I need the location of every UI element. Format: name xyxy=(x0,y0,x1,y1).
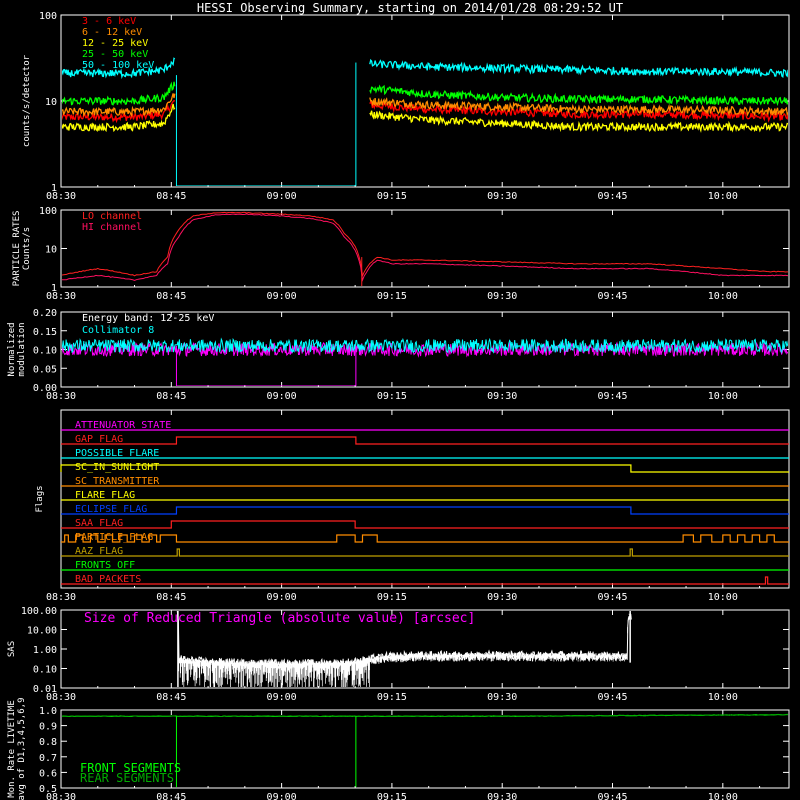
x-tick-label: 09:00 xyxy=(267,391,297,402)
flag-label: BAD_PACKETS xyxy=(75,574,141,585)
y-tick-label: 100.00 xyxy=(21,606,57,617)
x-tick-label: 08:45 xyxy=(156,792,186,800)
y-axis-label: Normalized xyxy=(7,322,17,376)
legend-entry: 3 - 6 keV xyxy=(82,16,136,27)
x-tick-label: 10:00 xyxy=(708,191,738,202)
flag-label: FLARE_FLAG xyxy=(75,490,135,501)
x-tick-label: 09:00 xyxy=(267,592,297,603)
x-tick-label: 08:45 xyxy=(156,291,186,302)
legend-entry: LO channel xyxy=(82,211,142,222)
y-axis-label: modulation xyxy=(17,322,27,376)
x-tick-label: 09:30 xyxy=(487,291,517,302)
legend-entry: 6 - 12 keV xyxy=(82,27,142,38)
flag-label: GAP_FLAG xyxy=(75,434,123,445)
x-tick-label: 09:30 xyxy=(487,792,517,800)
y-axis-label: PARTICLE RATES xyxy=(12,211,22,287)
flag-label: AAZ_FLAG xyxy=(75,546,123,557)
x-tick-label: 10:00 xyxy=(708,792,738,800)
y-tick-label: 1.00 xyxy=(33,645,57,656)
y-tick-label: 100 xyxy=(39,206,57,217)
legend-entry: Collimator 8 xyxy=(82,325,154,336)
x-tick-label: 09:45 xyxy=(597,191,627,202)
y-tick-label: 0.6 xyxy=(39,768,57,779)
x-tick-label: 09:45 xyxy=(597,291,627,302)
legend-entry: 50 - 100 keV xyxy=(82,60,154,71)
flag-label: ATTENUATOR_STATE xyxy=(75,420,171,431)
legend-entry: Energy band: 12-25 keV xyxy=(82,313,214,324)
x-tick-label: 09:30 xyxy=(487,191,517,202)
y-axis-label: avg of D1,3,4,5,6,9 xyxy=(17,698,27,800)
legend-entry: 12 - 25 keV xyxy=(82,38,148,49)
x-tick-label: 08:45 xyxy=(156,191,186,202)
y-tick-label: 0.7 xyxy=(39,753,57,764)
x-tick-label: 09:30 xyxy=(487,391,517,402)
x-tick-label: 08:45 xyxy=(156,692,186,703)
x-tick-label: 09:45 xyxy=(597,391,627,402)
y-tick-label: 0.20 xyxy=(33,308,57,319)
y-tick-label: 100 xyxy=(39,11,57,22)
y-tick-label: 10 xyxy=(45,97,57,108)
y-tick-label: 10.00 xyxy=(27,626,57,637)
x-tick-label: 08:45 xyxy=(156,391,186,402)
y-tick-label: 0.00 xyxy=(33,383,57,394)
x-tick-label: 09:45 xyxy=(597,692,627,703)
y-tick-label: 0.9 xyxy=(39,722,57,733)
legend-entry: HI channel xyxy=(82,222,142,233)
y-tick-label: 0.10 xyxy=(33,346,57,357)
y-tick-label: 1 xyxy=(51,183,57,194)
x-tick-label: 08:30 xyxy=(46,592,76,603)
flag-label: SC_TRANSMITTER xyxy=(75,476,160,487)
y-tick-label: 10 xyxy=(45,245,57,256)
x-tick-label: 10:00 xyxy=(708,592,738,603)
x-tick-label: 09:15 xyxy=(377,792,407,800)
chart-title: HESSI Observing Summary, starting on 201… xyxy=(197,1,623,15)
y-axis-label: Counts/s xyxy=(22,227,32,270)
y-tick-label: 0.10 xyxy=(33,665,57,676)
x-tick-label: 09:00 xyxy=(267,291,297,302)
x-tick-label: 09:00 xyxy=(267,792,297,800)
x-tick-label: 10:00 xyxy=(708,391,738,402)
x-tick-label: 09:15 xyxy=(377,291,407,302)
legend-entry: REAR SEGMENTS xyxy=(80,771,174,785)
x-tick-label: 09:30 xyxy=(487,592,517,603)
sas-label: Size of Reduced Triangle (absolute value… xyxy=(84,611,475,626)
y-axis-label: SAS xyxy=(7,641,17,657)
x-tick-label: 09:15 xyxy=(377,391,407,402)
y-tick-label: 0.8 xyxy=(39,737,57,748)
x-tick-label: 09:30 xyxy=(487,692,517,703)
y-axis-label: Flags xyxy=(35,485,45,512)
y-tick-label: 0.5 xyxy=(39,784,57,795)
x-tick-label: 10:00 xyxy=(708,692,738,703)
flag-label: FRONTS_OFF xyxy=(75,560,135,571)
y-tick-label: 0.01 xyxy=(33,684,57,695)
legend-entry: 25 - 50 keV xyxy=(82,49,148,60)
y-tick-label: 1 xyxy=(51,283,57,294)
hessi-summary-chart: HESSI Observing Summary, starting on 201… xyxy=(0,0,800,800)
x-tick-label: 08:45 xyxy=(156,592,186,603)
x-tick-label: 09:00 xyxy=(267,692,297,703)
flag-label: SAA_FLAG xyxy=(75,518,123,529)
x-tick-label: 09:15 xyxy=(377,191,407,202)
y-tick-label: 0.15 xyxy=(33,327,57,338)
x-tick-label: 09:45 xyxy=(597,592,627,603)
y-tick-label: 0.05 xyxy=(33,364,57,375)
flag-label: SC_IN_SUNLIGHT xyxy=(75,462,159,473)
x-tick-label: 09:15 xyxy=(377,692,407,703)
flag-label: ECLIPSE_FLAG xyxy=(75,504,147,515)
x-tick-label: 09:00 xyxy=(267,191,297,202)
x-tick-label: 09:45 xyxy=(597,792,627,800)
x-tick-label: 10:00 xyxy=(708,291,738,302)
y-axis-label: Mon. Rate LIVETIME xyxy=(7,700,17,798)
flag-label: POSSIBLE_FLARE xyxy=(75,448,159,459)
y-axis-label: counts/s/detector xyxy=(22,54,32,147)
x-tick-label: 09:15 xyxy=(377,592,407,603)
y-tick-label: 1.0 xyxy=(39,706,57,717)
